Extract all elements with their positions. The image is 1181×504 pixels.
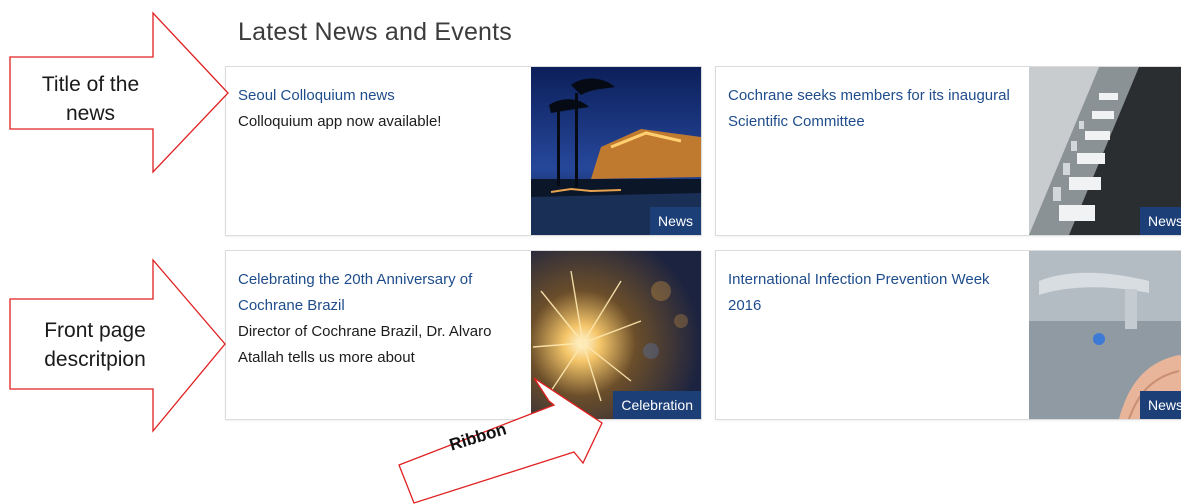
conference-table-image[interactable]: News [1029,67,1181,235]
news-card-infection-prevention[interactable]: International Infection Prevention Week … [715,250,1181,420]
news-card-seoul[interactable]: Seoul Colloquium news Colloquium app now… [225,66,702,236]
news-title-link[interactable]: Celebrating the 20th Anniversary of Coch… [238,267,528,319]
section-title: Latest News and Events [238,18,512,46]
news-ribbon[interactable]: News [1139,391,1181,419]
news-card-scientific-committee[interactable]: Cochrane seeks members for its inaugural… [715,66,1181,236]
news-title-link[interactable]: Cochrane seeks members for its inaugural… [728,83,1018,135]
news-ribbon[interactable]: News [649,207,701,235]
sparkler-image[interactable]: Celebration [531,251,701,419]
news-description: Director of Cochrane Brazil, Dr. Alvaro … [238,323,492,366]
news-title-link[interactable]: Seoul Colloquium news [238,83,528,109]
news-title-link[interactable]: International Infection Prevention Week … [728,267,1018,319]
handwashing-image[interactable]: News [1029,251,1181,419]
annotation-label-title: Title of the news [41,73,140,125]
night-pagoda-image[interactable]: News [531,67,701,235]
annotation-label-description: Front page descritpion [44,319,146,371]
news-description: Colloquium app now available! [238,113,442,130]
news-ribbon[interactable]: News [1139,207,1181,235]
annotation-label-ribbon: Ribbon [447,419,509,455]
news-card-cochrane-brazil[interactable]: Celebrating the 20th Anniversary of Coch… [225,250,702,420]
celebration-ribbon[interactable]: Celebration [613,391,701,419]
